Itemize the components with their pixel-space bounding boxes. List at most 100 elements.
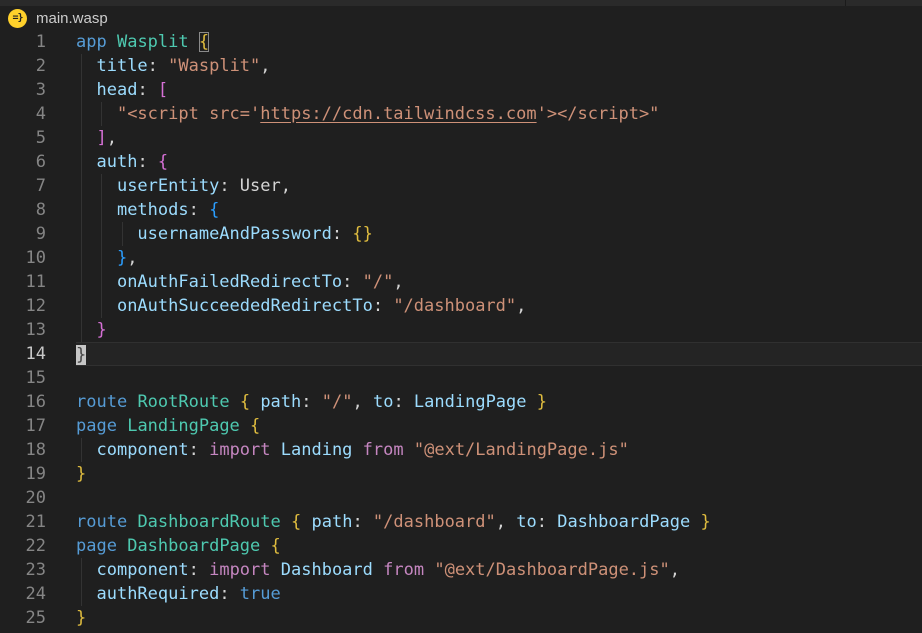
wasp-logo-icon: =} — [8, 9, 27, 28]
code-line-11[interactable]: 11 onAuthFailedRedirectTo: "/", — [0, 270, 922, 294]
code-line-content[interactable] — [76, 486, 922, 510]
code-line-7[interactable]: 7 userEntity: User, — [0, 174, 922, 198]
code-token — [424, 560, 434, 580]
code-token — [76, 584, 96, 604]
code-token: : — [137, 80, 157, 100]
code-line-content[interactable]: } — [76, 342, 922, 366]
code-token: auth — [96, 152, 137, 172]
code-token — [281, 512, 291, 532]
code-token: } — [701, 512, 711, 532]
line-number: 14 — [0, 342, 46, 366]
code-line-content[interactable]: authRequired: true — [76, 582, 922, 606]
code-line-17[interactable]: 17page LandingPage { — [0, 414, 922, 438]
code-token: ] — [96, 128, 106, 148]
code-line-content[interactable]: page LandingPage { — [76, 414, 922, 438]
tab-label: main.wasp — [36, 10, 108, 27]
code-token: : — [332, 224, 352, 244]
code-token: , — [352, 392, 372, 412]
code-token: : — [189, 440, 209, 460]
indent-guide — [81, 438, 82, 462]
indent-guide — [81, 270, 82, 294]
code-line-content[interactable]: head: [ — [76, 78, 922, 102]
code-token: Wasplit — [117, 32, 189, 52]
code-line-15[interactable]: 15 — [0, 366, 922, 390]
line-number: 11 — [0, 270, 46, 294]
code-token — [230, 392, 240, 412]
code-token: { — [250, 416, 260, 436]
code-token: path — [260, 392, 301, 412]
code-line-21[interactable]: 21route DashboardRoute { path: "/dashboa… — [0, 510, 922, 534]
code-line-content[interactable]: route RootRoute { path: "/", to: Landing… — [76, 390, 922, 414]
code-line-content[interactable]: "<script src='https://cdn.tailwindcss.co… — [76, 102, 922, 126]
code-line-3[interactable]: 3 head: [ — [0, 78, 922, 102]
code-line-content[interactable]: component: import Dashboard from "@ext/D… — [76, 558, 922, 582]
code-token: route — [76, 512, 127, 532]
code-line-content[interactable]: userEntity: User, — [76, 174, 922, 198]
code-line-content[interactable]: title: "Wasplit", — [76, 54, 922, 78]
tab-main-wasp[interactable]: =} main.wasp — [0, 6, 922, 30]
indent-guide — [122, 222, 123, 246]
code-line-content[interactable]: app Wasplit { — [76, 30, 922, 54]
code-line-content[interactable]: page DashboardPage { — [76, 534, 922, 558]
code-token: : — [219, 584, 239, 604]
code-token: {} — [352, 224, 372, 244]
code-line-16[interactable]: 16route RootRoute { path: "/", to: Landi… — [0, 390, 922, 414]
code-line-19[interactable]: 19} — [0, 462, 922, 486]
tab-strip — [0, 0, 922, 6]
code-token: import — [209, 440, 270, 460]
line-number: 19 — [0, 462, 46, 486]
code-token — [527, 392, 537, 412]
code-line-9[interactable]: 9 usernameAndPassword: {} — [0, 222, 922, 246]
code-token — [250, 392, 260, 412]
code-token: [ — [158, 80, 168, 100]
code-line-content[interactable]: } — [76, 318, 922, 342]
code-line-10[interactable]: 10 }, — [0, 246, 922, 270]
indent-guide — [81, 558, 82, 582]
code-line-4[interactable]: 4 "<script src='https://cdn.tailwindcss.… — [0, 102, 922, 126]
code-line-content[interactable]: } — [76, 606, 922, 630]
code-line-25[interactable]: 25} — [0, 606, 922, 630]
code-line-5[interactable]: 5 ], — [0, 126, 922, 150]
code-token: : — [148, 56, 168, 76]
code-line-content[interactable]: component: import Landing from "@ext/Lan… — [76, 438, 922, 462]
code-token: onAuthSucceededRedirectTo — [117, 296, 373, 316]
indent-guide — [81, 246, 82, 270]
line-number: 25 — [0, 606, 46, 630]
code-line-8[interactable]: 8 methods: { — [0, 198, 922, 222]
code-token — [76, 272, 117, 292]
code-token: DashboardRoute — [137, 512, 280, 532]
code-line-14[interactable]: 14} — [0, 342, 922, 366]
code-line-2[interactable]: 2 title: "Wasplit", — [0, 54, 922, 78]
code-line-18[interactable]: 18 component: import Landing from "@ext/… — [0, 438, 922, 462]
line-number: 22 — [0, 534, 46, 558]
line-number: 10 — [0, 246, 46, 270]
code-token: { — [291, 512, 301, 532]
code-line-12[interactable]: 12 onAuthSucceededRedirectTo: "/dashboar… — [0, 294, 922, 318]
code-line-content[interactable]: route DashboardRoute { path: "/dashboard… — [76, 510, 922, 534]
code-line-content[interactable]: }, — [76, 246, 922, 270]
code-token — [189, 32, 199, 52]
code-token: to — [516, 512, 536, 532]
code-line-1[interactable]: 1app Wasplit { — [0, 30, 922, 54]
code-line-content[interactable]: onAuthFailedRedirectTo: "/", — [76, 270, 922, 294]
indent-guide — [81, 126, 82, 150]
code-line-6[interactable]: 6 auth: { — [0, 150, 922, 174]
code-line-23[interactable]: 23 component: import Dashboard from "@ex… — [0, 558, 922, 582]
indent-guide — [101, 270, 102, 294]
code-line-content[interactable] — [76, 366, 922, 390]
code-line-content[interactable]: auth: { — [76, 150, 922, 174]
line-number: 4 — [0, 102, 46, 126]
code-area[interactable]: 1app Wasplit {2 title: "Wasplit",3 head:… — [0, 30, 922, 633]
code-line-24[interactable]: 24 authRequired: true — [0, 582, 922, 606]
code-line-20[interactable]: 20 — [0, 486, 922, 510]
code-token — [76, 296, 117, 316]
code-line-13[interactable]: 13 } — [0, 318, 922, 342]
code-line-content[interactable]: onAuthSucceededRedirectTo: "/dashboard", — [76, 294, 922, 318]
code-line-22[interactable]: 22 page DashboardPage { — [0, 534, 922, 558]
code-token: } — [96, 320, 106, 340]
code-line-content[interactable]: methods: { — [76, 198, 922, 222]
line-number: 12 — [0, 294, 46, 318]
code-line-content[interactable]: usernameAndPassword: {} — [76, 222, 922, 246]
code-line-content[interactable]: ], — [76, 126, 922, 150]
code-line-content[interactable]: } — [76, 462, 922, 486]
